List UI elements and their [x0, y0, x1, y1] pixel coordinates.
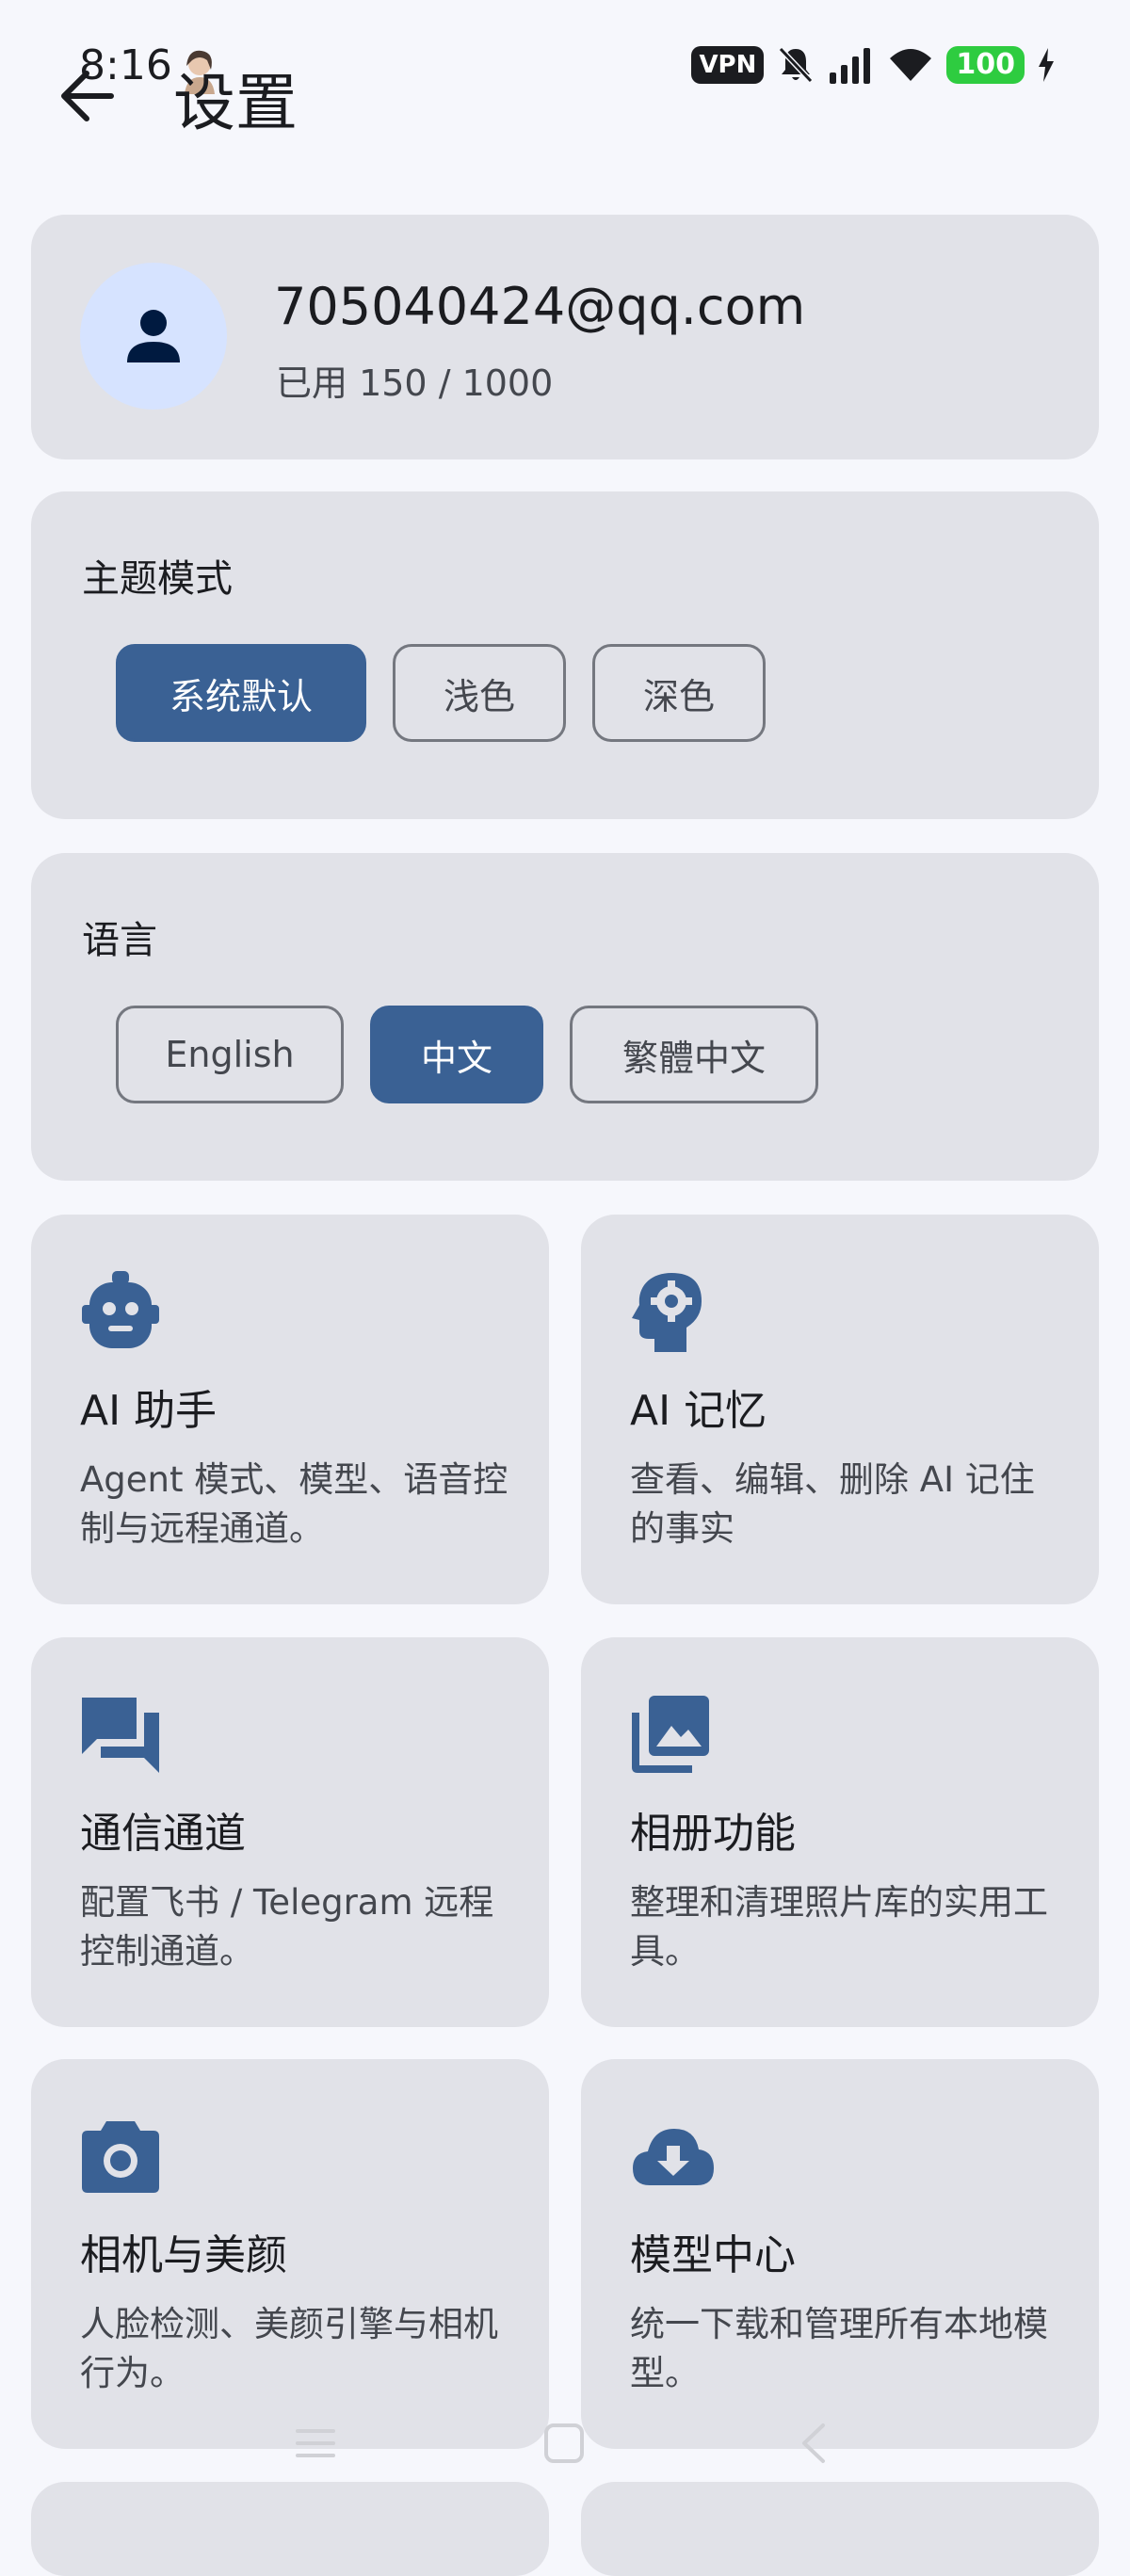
feature-description: 查看、编辑、删除 AI 记住的事实 — [630, 1459, 1035, 1549]
feature-title: 模型中心 — [630, 2231, 796, 2279]
status-icons: VPN 100 — [691, 45, 1055, 85]
theme-option-system[interactable]: 系统默认 — [116, 644, 366, 742]
back-nav-icon[interactable] — [791, 2420, 838, 2467]
language-options: English 中文 繁體中文 — [116, 1006, 818, 1103]
theme-mode-title: 主题模式 — [82, 557, 233, 601]
back-button[interactable] — [56, 66, 117, 126]
wifi-icon — [890, 49, 932, 81]
feature-description: Agent 模式、模型、语音控制与远程通道。 — [80, 1459, 508, 1549]
feature-description: 人脸检测、美颜引擎与相机行为。 — [80, 2304, 498, 2393]
camera-icon — [82, 2121, 159, 2193]
feature-title: AI 记忆 — [630, 1387, 767, 1435]
robot-icon — [82, 1271, 159, 1348]
feature-title: 相册功能 — [630, 1810, 796, 1858]
bell-muted-icon — [779, 46, 814, 84]
brain-gear-icon — [632, 1273, 702, 1352]
home-nav-icon[interactable] — [541, 2420, 588, 2467]
language-option-traditional-chinese[interactable]: 繁體中文 — [570, 1006, 818, 1103]
theme-option-light[interactable]: 浅色 — [393, 644, 566, 742]
vpn-badge: VPN — [691, 46, 765, 84]
person-icon — [127, 310, 180, 362]
feature-card-partial[interactable] — [581, 2482, 1099, 2576]
feature-card-ai-assistant[interactable]: AI 助手 Agent 模式、模型、语音控制与远程通道。 — [31, 1215, 549, 1604]
feature-title: AI 助手 — [80, 1387, 218, 1435]
page-title: 设置 — [173, 67, 298, 139]
feature-description: 整理和清理照片库的实用工具。 — [630, 1882, 1048, 1972]
photo-library-icon — [632, 1696, 709, 1773]
feature-card-ai-memory[interactable]: AI 记忆 查看、编辑、删除 AI 记住的事实 — [581, 1215, 1099, 1604]
cloud-download-icon — [633, 2129, 714, 2185]
feature-description: 配置飞书 / Telegram 远程控制通道。 — [80, 1882, 494, 1972]
chat-bubbles-icon — [82, 1698, 159, 1773]
feature-card-album[interactable]: 相册功能 整理和清理照片库的实用工具。 — [581, 1637, 1099, 2027]
menu-nav-icon[interactable] — [292, 2420, 339, 2467]
language-option-chinese[interactable]: 中文 — [370, 1006, 543, 1103]
language-option-english[interactable]: English — [116, 1006, 344, 1103]
battery-indicator: 100 — [946, 46, 1025, 84]
arrow-back-icon — [61, 71, 114, 121]
system-navigation-bar — [0, 2410, 1130, 2476]
signal-icon — [830, 48, 871, 84]
language-title: 语言 — [82, 919, 157, 962]
avatar — [80, 263, 227, 410]
feature-card-camera[interactable]: 相机与美颜 人脸检测、美颜引擎与相机行为。 — [31, 2059, 549, 2449]
charging-icon — [1039, 48, 1054, 82]
feature-title: 通信通道 — [80, 1810, 246, 1858]
feature-description: 统一下载和管理所有本地模型。 — [630, 2304, 1048, 2393]
theme-mode-card: 主题模式 系统默认 浅色 深色 — [31, 491, 1099, 819]
feature-card-channels[interactable]: 通信通道 配置飞书 / Telegram 远程控制通道。 — [31, 1637, 549, 2027]
theme-mode-options: 系统默认 浅色 深色 — [116, 644, 766, 742]
account-card[interactable]: 705040424@qq.com 已用 150 / 1000 — [31, 215, 1099, 459]
feature-card-partial[interactable] — [31, 2482, 549, 2576]
feature-card-model-center[interactable]: 模型中心 统一下载和管理所有本地模型。 — [581, 2059, 1099, 2449]
theme-option-dark[interactable]: 深色 — [592, 644, 766, 742]
language-card: 语言 English 中文 繁體中文 — [31, 853, 1099, 1181]
account-usage: 已用 150 / 1000 — [276, 362, 554, 404]
account-email: 705040424@qq.com — [274, 277, 806, 336]
feature-title: 相机与美颜 — [80, 2231, 287, 2279]
